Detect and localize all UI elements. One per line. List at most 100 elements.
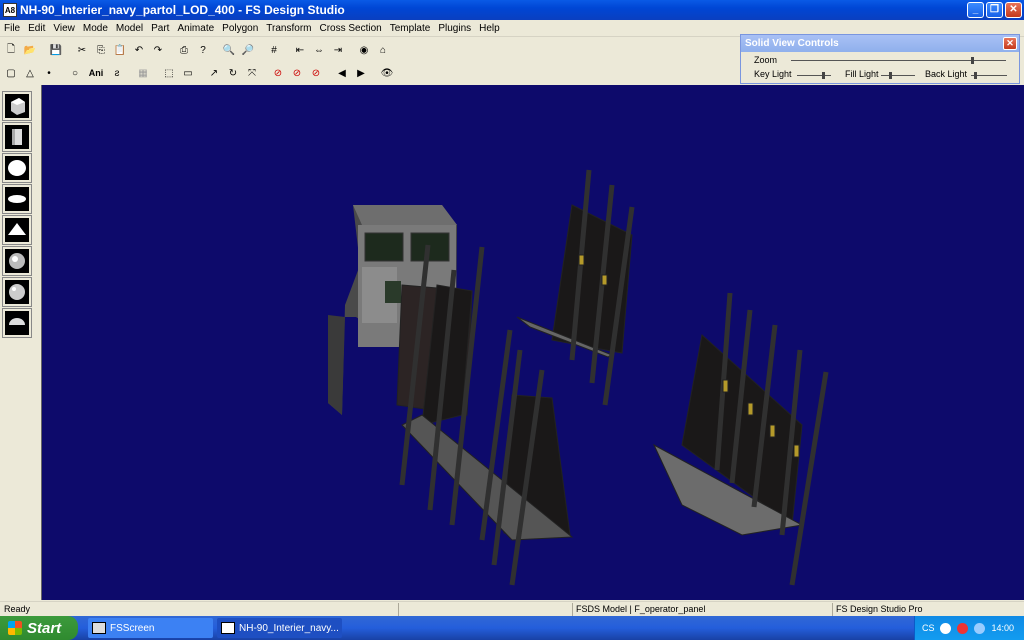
menu-template[interactable]: Template <box>386 23 435 34</box>
script-icon[interactable]: ƨ <box>108 64 126 82</box>
toolbar-separator <box>284 41 290 59</box>
toolbar-main: 🗋 📂 💾 ✂ ⎘ 📋 ↶ ↷ ⎙? 🔍 🔎 # ⇤ ⇔ ⇥ ◉ ⌂ <box>2 39 393 61</box>
menu-view[interactable]: View <box>49 23 79 34</box>
key-light-slider-thumb[interactable] <box>822 72 825 79</box>
zoom-slider-thumb[interactable] <box>971 57 974 64</box>
copy-icon[interactable]: ⎘ <box>92 41 110 59</box>
fill-light-label: Fill Light <box>845 69 879 79</box>
menu-model[interactable]: Model <box>112 23 147 34</box>
toolbar-separator <box>371 64 377 82</box>
ellipsoid-icon[interactable] <box>2 184 32 214</box>
menu-transform[interactable]: Transform <box>262 23 315 34</box>
task-fsds[interactable]: NH-90_Interier_navy... <box>217 618 342 638</box>
back-light-slider[interactable] <box>971 72 1007 79</box>
new-file-icon[interactable]: 🗋 <box>2 41 20 59</box>
volume-icon[interactable] <box>974 622 986 634</box>
solid-view-controls-title-bar[interactable]: Solid View Controls ✕ <box>741 35 1019 52</box>
task-fsscreen[interactable]: FSScreen <box>88 618 213 638</box>
measure-icon[interactable]: ▭ <box>179 64 197 82</box>
menu-animate[interactable]: Animate <box>173 23 218 34</box>
hemisphere-icon[interactable] <box>2 308 32 338</box>
sphere-icon[interactable] <box>2 153 32 183</box>
fill-light-slider[interactable] <box>881 72 915 79</box>
zoom-slider[interactable] <box>791 57 1006 64</box>
stop-icon[interactable]: ⊘ <box>288 64 306 82</box>
task-fsscreen-label: FSScreen <box>110 622 155 634</box>
align-left-icon[interactable]: ⇤ <box>291 41 309 59</box>
close-icon[interactable]: ✕ <box>1003 37 1017 50</box>
toolbar-secondary: ▢ △ • ○ Ani ƨ ▦ ⬚ ▭ ↗ ↻ ⤧ ⊘ ⊘ ⊘ ◀ ▶ 👁 <box>2 62 397 84</box>
open-folder-icon[interactable]: 📂 <box>21 41 39 59</box>
align-right-icon[interactable]: ⇥ <box>329 41 347 59</box>
language-indicator[interactable]: CS <box>922 623 935 633</box>
seat-bank-front[interactable] <box>396 244 574 586</box>
cancel-icon[interactable]: ⊘ <box>307 64 325 82</box>
undo-icon[interactable]: ↶ <box>130 41 148 59</box>
solid-view-controls-title: Solid View Controls <box>745 38 839 49</box>
help-icon[interactable]: ? <box>194 41 212 59</box>
seat-bank-middle[interactable] <box>516 169 635 406</box>
close-icon[interactable]: ✕ <box>1005 2 1022 18</box>
maximize-icon[interactable]: ❐ <box>986 2 1003 18</box>
fsds-task-icon <box>221 622 235 634</box>
pyramid-icon[interactable] <box>2 215 32 245</box>
save-icon[interactable]: 💾 <box>47 41 65 59</box>
menu-cross-section[interactable]: Cross Section <box>316 23 386 34</box>
back-light-slider-thumb[interactable] <box>974 72 977 79</box>
prev-icon[interactable]: ◀ <box>333 64 351 82</box>
fill-light-slider-thumb[interactable] <box>889 72 892 79</box>
toolbar-separator <box>127 64 133 82</box>
menu-file[interactable]: File <box>0 23 24 34</box>
cut-icon[interactable]: ✂ <box>73 41 91 59</box>
redo-icon[interactable]: ↷ <box>149 41 167 59</box>
align-center-icon[interactable]: ⇔ <box>310 41 328 59</box>
app-icon[interactable]: A8 <box>3 3 17 17</box>
triangle-icon[interactable]: △ <box>21 64 39 82</box>
scale-icon[interactable]: ⤧ <box>243 64 261 82</box>
status-product: FS Design Studio Pro <box>832 603 1024 616</box>
minimize-icon[interactable]: _ <box>967 2 984 18</box>
select-box-icon[interactable]: ⬚ <box>160 64 178 82</box>
texture-icon[interactable]: ▦ <box>134 64 152 82</box>
refresh-icon[interactable]: ↻ <box>224 64 242 82</box>
next-icon[interactable]: ▶ <box>352 64 370 82</box>
ati-icon[interactable] <box>957 622 969 634</box>
status-bar: Ready FSDS Model | F_operator_panel FS D… <box>0 601 1024 616</box>
3d-viewport[interactable] <box>41 85 1024 600</box>
circle-icon[interactable]: ○ <box>66 64 84 82</box>
binoculars-icon[interactable]: 👁 <box>378 64 396 82</box>
globe-icon[interactable] <box>2 246 32 276</box>
key-light-slider[interactable] <box>797 72 831 79</box>
animate-label[interactable]: Ani <box>85 64 107 82</box>
select-icon[interactable]: ▢ <box>2 64 20 82</box>
globe-detailed-icon[interactable] <box>2 277 32 307</box>
clock: 14:00 <box>991 623 1014 633</box>
start-button[interactable]: Start <box>0 616 78 640</box>
taskbar: Start FSScreen NH-90_Interier_navy... CS… <box>0 616 1024 640</box>
toolbar-separator <box>66 41 72 59</box>
view-mode-icon[interactable]: ◉ <box>355 41 373 59</box>
cube-icon[interactable] <box>2 91 32 121</box>
paste-icon[interactable]: 📋 <box>111 41 129 59</box>
windows-flag-icon <box>8 621 22 635</box>
menu-edit[interactable]: Edit <box>24 23 49 34</box>
grid-icon[interactable]: # <box>265 41 283 59</box>
zoom-in-icon[interactable]: 🔍 <box>220 41 238 59</box>
title-bar[interactable]: A8 NH-90_Interier_navy_partol_LOD_400 - … <box>0 0 1024 20</box>
menu-polygon[interactable]: Polygon <box>218 23 262 34</box>
status-ready: Ready <box>4 604 31 614</box>
rotate-icon[interactable]: ↗ <box>205 64 223 82</box>
menu-mode[interactable]: Mode <box>79 23 112 34</box>
point-icon[interactable]: • <box>40 64 58 82</box>
print-icon[interactable]: ⎙ <box>175 41 193 59</box>
back-light-label: Back Light <box>925 69 968 79</box>
cylinder-icon[interactable] <box>2 122 32 152</box>
home-icon[interactable]: ⌂ <box>374 41 392 59</box>
stop-icon[interactable]: ⊘ <box>269 64 287 82</box>
zoom-out-icon[interactable]: 🔎 <box>239 41 257 59</box>
menu-part[interactable]: Part <box>147 23 173 34</box>
network-icon[interactable] <box>940 622 952 634</box>
seat-bank-right[interactable] <box>652 292 829 586</box>
menu-plugins[interactable]: Plugins <box>434 23 475 34</box>
menu-help[interactable]: Help <box>475 23 504 34</box>
